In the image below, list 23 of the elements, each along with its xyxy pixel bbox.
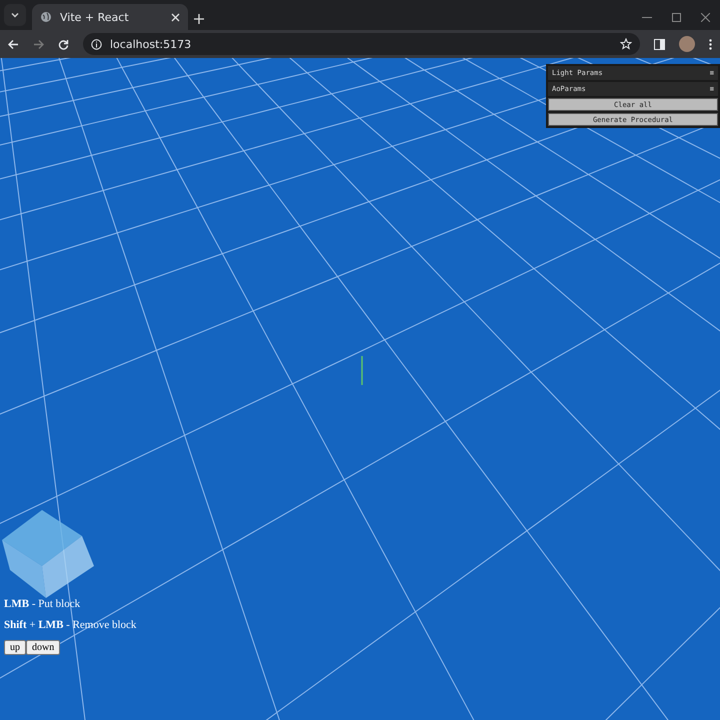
menu-icon[interactable] [709,38,712,50]
axis-marker [361,356,363,385]
globe-icon [40,11,52,23]
back-arrow-icon[interactable] [8,38,19,50]
control-button[interactable]: up [4,640,26,655]
side-panel-icon[interactable] [654,38,665,50]
reload-icon[interactable] [58,38,69,50]
instruction-text: Shift + LMB - Remove block [4,619,136,631]
control-button[interactable]: down [26,640,60,655]
forward-arrow-icon[interactable] [33,38,44,50]
star-icon[interactable] [620,38,632,50]
minimize-icon[interactable] [642,16,652,18]
close-icon[interactable] [701,13,710,22]
info-icon[interactable] [91,38,102,50]
maximize-icon[interactable] [672,13,681,22]
instruction-text: LMB - Put block [4,598,82,610]
browser-tab[interactable]: Vite + React [32,4,188,30]
address-bar[interactable]: localhost:5173 [83,33,640,55]
new-tab-icon[interactable] [194,14,204,24]
tab-title: Vite + React [60,10,130,24]
tab-list-button[interactable] [4,4,26,26]
chevron-down-icon [10,10,20,20]
profile-avatar[interactable] [679,36,695,52]
